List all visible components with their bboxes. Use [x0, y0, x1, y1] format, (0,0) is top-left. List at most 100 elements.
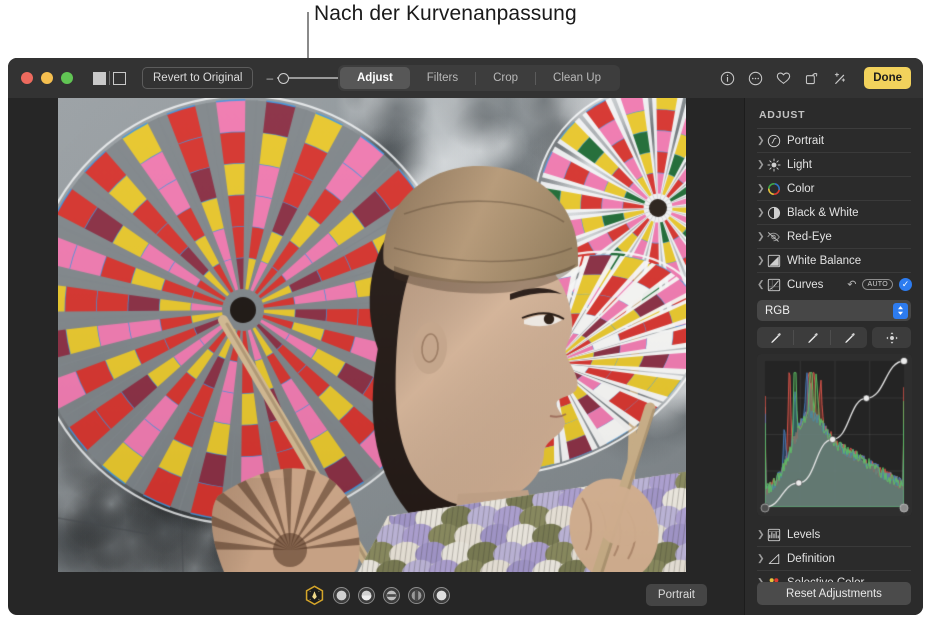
chevron-right-icon[interactable]: ❯: [757, 136, 766, 145]
white-point-eyedropper-icon[interactable]: [830, 330, 867, 345]
eyedropper-group: [757, 327, 867, 348]
sidebar-item-black-and-white[interactable]: ❯ Black & White: [745, 201, 923, 224]
portrait-mode-chip[interactable]: Portrait: [645, 584, 707, 606]
tone-curve-canvas: [757, 354, 912, 516]
lighting-option-contour-light[interactable]: [358, 586, 375, 604]
light-icon: [766, 157, 781, 172]
sidebar-title: ADJUST: [759, 109, 806, 121]
zoom-slider-knob[interactable]: [278, 72, 290, 84]
tab-adjust[interactable]: Adjust: [340, 67, 410, 89]
curves-controls: ↶ AUTO ✓: [847, 278, 912, 291]
chevron-right-icon[interactable]: ❯: [757, 184, 766, 193]
sidebar-item-levels[interactable]: ❯ Levels: [745, 523, 923, 546]
revert-label: Revert to Original: [153, 72, 243, 84]
revert-to-original-button[interactable]: Revert to Original: [142, 67, 254, 89]
sidebar-item-label: Curves: [787, 278, 824, 291]
rotate-icon[interactable]: [804, 71, 819, 86]
zoom-out-icon[interactable]: –: [266, 72, 273, 84]
tab-clean-up-label: Clean Up: [553, 72, 601, 84]
chevron-right-icon[interactable]: ❯: [757, 160, 766, 169]
adjust-sidebar: ADJUST ❯ Portrait ❯ Light ❯ Color ❯ Blac…: [744, 98, 923, 615]
sidebar-item-light[interactable]: ❯ Light: [745, 153, 923, 176]
sidebar-item-label: Portrait: [787, 134, 825, 147]
split-view-icon[interactable]: [93, 71, 106, 85]
toolbar-icon-group: Done: [720, 58, 911, 98]
channel-select[interactable]: RGB: [757, 300, 911, 321]
close-button[interactable]: [21, 72, 33, 84]
portrait-mode-label: Portrait: [657, 589, 695, 601]
window-controls: [21, 72, 73, 84]
callout-title: Nach der Kurvenanpassung: [314, 2, 577, 25]
lighting-option-stage-light-mono[interactable]: [408, 586, 425, 604]
sidebar-item-label: Color: [787, 182, 815, 195]
divider: [109, 71, 110, 85]
definition-icon: [766, 551, 781, 566]
tone-curve-editor[interactable]: [757, 354, 912, 516]
photo-stage: [8, 98, 744, 575]
chevron-right-icon[interactable]: ❯: [757, 530, 766, 539]
tab-crop[interactable]: Crop: [476, 67, 535, 89]
chevron-right-icon[interactable]: ❯: [757, 208, 766, 217]
sidebar-item-label: Definition: [787, 552, 835, 565]
sidebar-item-red-eye[interactable]: ❯ Red-Eye: [745, 225, 923, 248]
done-label: Done: [873, 72, 902, 84]
done-button[interactable]: Done: [864, 67, 911, 89]
curves-icon: [766, 277, 781, 292]
gray-point-eyedropper-icon[interactable]: [793, 330, 830, 345]
reset-adjustments-label: Reset Adjustments: [786, 587, 882, 600]
more-options-icon[interactable]: [748, 71, 763, 86]
lighting-option-natural-light[interactable]: [304, 584, 325, 606]
mode-tabs: Adjust Filters Crop Clean Up: [338, 65, 620, 91]
zoom-slider-track[interactable]: [277, 71, 344, 85]
view-toggle[interactable]: [93, 71, 126, 85]
lighting-option-studio-light[interactable]: [333, 586, 350, 604]
tab-clean-up[interactable]: Clean Up: [536, 67, 618, 89]
lighting-option-stage-light[interactable]: [383, 586, 400, 604]
sidebar-item-portrait[interactable]: ❯ Portrait: [745, 129, 923, 152]
sidebar-item-white-balance[interactable]: ❯ White Balance: [745, 249, 923, 272]
photo-canvas: [58, 98, 686, 572]
sidebar-item-label: White Balance: [787, 254, 862, 267]
add-point-button[interactable]: [872, 327, 911, 348]
portrait-icon: [766, 133, 781, 148]
auto-enhance-icon[interactable]: [832, 71, 848, 86]
channel-select-value: RGB: [765, 304, 790, 317]
chevron-right-icon[interactable]: ❯: [757, 554, 766, 563]
zoom-button[interactable]: [61, 72, 73, 84]
red-eye-icon: [766, 229, 781, 244]
reset-adjustments-button[interactable]: Reset Adjustments: [757, 582, 911, 605]
favorite-heart-icon[interactable]: [776, 71, 791, 85]
photos-editor-window: Revert to Original – + Adjust Filters Cr…: [8, 58, 923, 615]
lighting-option-high-key-light-mono[interactable]: [433, 586, 450, 604]
edited-photo[interactable]: [58, 98, 686, 572]
tab-filters[interactable]: Filters: [410, 67, 475, 89]
toolbar: Revert to Original – + Adjust Filters Cr…: [8, 58, 923, 98]
sidebar-item-definition[interactable]: ❯ Definition: [745, 547, 923, 570]
sidebar-item-label: Levels: [787, 528, 821, 541]
tab-crop-label: Crop: [493, 72, 519, 84]
sidebar-item-color[interactable]: ❯ Color: [745, 177, 923, 200]
chevron-down-icon[interactable]: ❮: [757, 280, 766, 289]
sidebar-item-label: Black & White: [787, 206, 859, 219]
chevron-up-down-icon[interactable]: [893, 302, 908, 319]
info-icon[interactable]: [720, 71, 735, 86]
levels-icon: [766, 527, 781, 542]
auto-button[interactable]: AUTO: [862, 279, 893, 290]
undo-icon[interactable]: ↶: [847, 278, 856, 291]
lighting-options: [304, 584, 450, 606]
white-balance-icon: [766, 253, 781, 268]
chevron-right-icon[interactable]: ❯: [757, 256, 766, 265]
single-view-icon[interactable]: [113, 71, 126, 85]
sidebar-item-curves[interactable]: ❮ Curves ↶ AUTO ✓: [745, 273, 923, 296]
sidebar-item-label: Red-Eye: [787, 230, 832, 243]
color-wheel-icon: [766, 181, 781, 196]
tab-adjust-label: Adjust: [357, 72, 393, 84]
black-and-white-icon: [766, 205, 781, 220]
minimize-button[interactable]: [41, 72, 53, 84]
sidebar-item-label: Light: [787, 158, 812, 171]
curves-panel: RGB: [745, 296, 923, 516]
eyedropper-toolbar: [757, 327, 911, 348]
curves-enabled-toggle[interactable]: ✓: [899, 278, 912, 291]
chevron-right-icon[interactable]: ❯: [757, 232, 766, 241]
black-point-eyedropper-icon[interactable]: [757, 330, 793, 345]
